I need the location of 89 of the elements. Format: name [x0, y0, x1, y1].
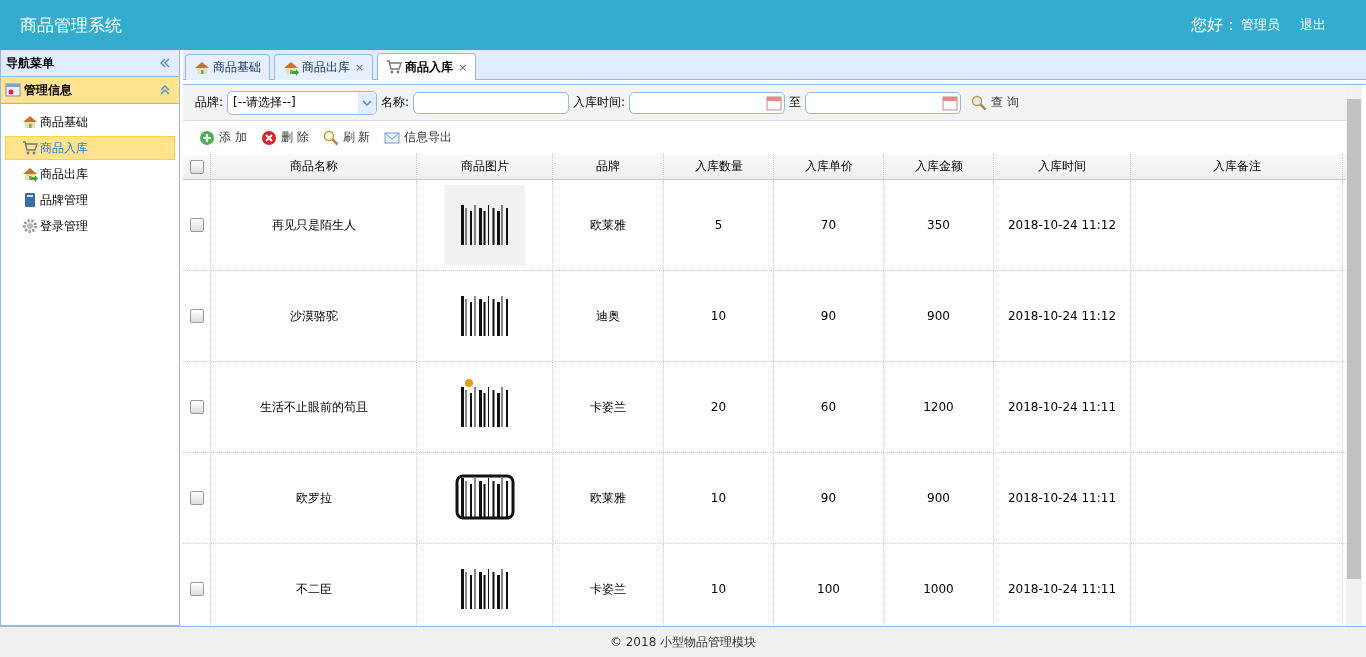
panel-icon [5, 82, 21, 98]
sidebar-item[interactable]: 商品出库 [5, 162, 175, 186]
calendar-icon [942, 94, 959, 111]
sidebar-title: 导航菜单 [6, 54, 54, 72]
row-checkbox[interactable] [189, 400, 204, 414]
collapse-icon[interactable] [159, 57, 171, 69]
house-icon [22, 114, 38, 130]
row-checkbox[interactable] [189, 491, 204, 505]
column-header: 入库数量 [664, 154, 774, 179]
table-cell: 90 [774, 271, 884, 361]
start-date-field[interactable] [629, 91, 786, 114]
search-icon [971, 94, 988, 111]
book-icon [22, 192, 38, 208]
tab-label: 商品入库 [405, 58, 454, 76]
column-header: 商品图片 [417, 154, 553, 179]
table-cell: 卡姿兰 [553, 362, 664, 452]
table-cell: 70 [774, 180, 884, 270]
row-checkbox[interactable] [189, 309, 204, 323]
menu-group-label: 管理信息 [24, 81, 73, 99]
brand-select[interactable]: [--请选择--] [227, 90, 378, 115]
table-cell: 迪奥 [553, 271, 664, 361]
house-arrow-icon [283, 59, 299, 76]
table-cell: 生活不止眼前的苟且 [211, 362, 417, 452]
sidebar-item[interactable]: 登录管理 [5, 214, 175, 238]
sidebar-item[interactable]: 品牌管理 [5, 188, 175, 212]
table-cell: 900 [884, 453, 994, 543]
brand-label: 品牌: [195, 94, 224, 111]
table-cell: 2018-10-24 11:11 [994, 362, 1131, 452]
row-checkbox[interactable] [189, 582, 204, 596]
greeting-text: 您好： [1191, 14, 1239, 36]
action-button[interactable]: 信息导出 [378, 129, 459, 146]
magnifier-icon [322, 129, 339, 146]
search-button[interactable]: 查 询 [965, 94, 1025, 111]
menu-group-header[interactable]: 管理信息 [1, 77, 179, 104]
end-date-field[interactable] [805, 91, 962, 114]
table-cell: 5 [664, 180, 774, 270]
table-cell: 2018-10-24 11:12 [994, 271, 1131, 361]
app-title: 商品管理系统 [20, 13, 122, 37]
close-icon[interactable]: × [458, 60, 468, 74]
action-button[interactable]: 添 加 [193, 129, 253, 146]
action-button[interactable]: 删 除 [254, 129, 315, 146]
calendar-icon [766, 94, 783, 111]
select-all-checkbox[interactable] [189, 159, 204, 174]
tab[interactable]: 商品基础 [185, 54, 270, 80]
tab[interactable]: 商品出库 × [274, 54, 374, 80]
table-cell: 60 [774, 362, 884, 452]
table-cell: 欧莱雅 [553, 453, 664, 543]
column-header: 品牌 [553, 154, 664, 179]
cart-icon [386, 59, 403, 75]
table-cell: 350 [884, 180, 994, 270]
table-cell: 900 [884, 271, 994, 361]
house-icon [194, 59, 210, 76]
name-input[interactable] [413, 91, 570, 114]
column-header: 入库备注 [1131, 154, 1343, 179]
table-cell: 1200 [884, 362, 994, 452]
table-cell: 2018-10-24 11:12 [994, 180, 1131, 270]
table-cell: 10 [664, 271, 774, 361]
column-header: 入库单价 [774, 154, 884, 179]
cart-icon [22, 140, 38, 156]
delete-icon [260, 129, 277, 146]
table-cell: 2018-10-24 11:11 [994, 453, 1131, 543]
scrollbar[interactable] [1346, 85, 1362, 626]
table-cell: 10 [664, 453, 774, 543]
time-label: 入库时间: [573, 94, 626, 111]
table-cell: 90 [774, 453, 884, 543]
column-header: 入库时间 [994, 154, 1131, 179]
table-cell: 20 [664, 362, 774, 452]
tab-label: 商品基础 [213, 59, 261, 76]
action-button[interactable]: 刷 新 [316, 129, 377, 146]
table-cell: 沙漠骆驼 [211, 271, 417, 361]
envelope-icon [384, 129, 401, 146]
table-cell: 欧莱雅 [553, 180, 664, 270]
table-cell: 再见只是陌生人 [211, 180, 417, 270]
row-checkbox[interactable] [189, 218, 204, 232]
sidebar-item[interactable]: 商品入库 [5, 136, 175, 160]
sidebar-item[interactable]: 商品基础 [5, 110, 175, 134]
table-cell: 欧罗拉 [211, 453, 417, 543]
add-icon [199, 129, 215, 146]
column-header: 入库金额 [884, 154, 994, 179]
chevron-icon[interactable] [159, 84, 171, 96]
footer-text: © 2018 小型物品管理模块 [0, 626, 1366, 657]
name-label: 名称: [381, 94, 410, 111]
close-icon[interactable]: × [355, 61, 365, 74]
column-header: 商品名称 [211, 154, 417, 179]
to-label: 至 [789, 94, 802, 111]
tab-label: 商品出库 [302, 59, 350, 76]
tab[interactable]: 商品入库 × [377, 53, 477, 80]
gear-icon [22, 218, 38, 234]
house-arrow-icon [22, 166, 38, 182]
